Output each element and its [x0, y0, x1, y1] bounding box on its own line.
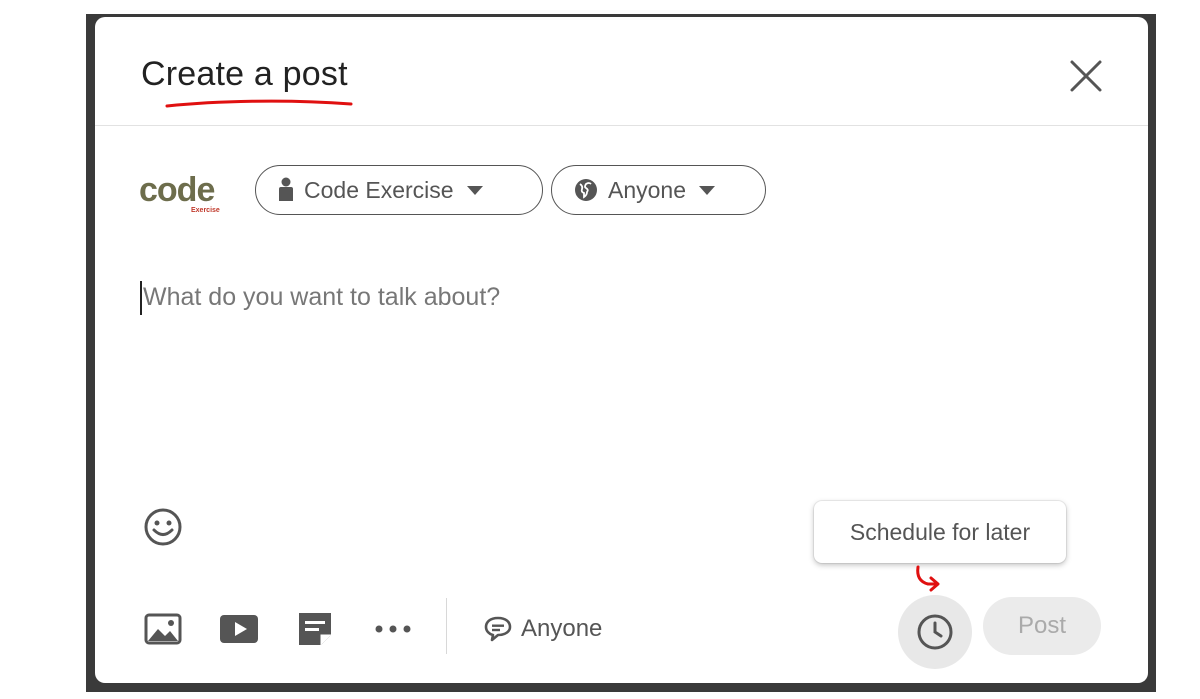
comment-icon	[483, 615, 513, 643]
audience-selector[interactable]: Anyone	[551, 165, 766, 215]
person-icon	[278, 177, 294, 203]
photo-icon	[144, 613, 182, 645]
toolbar-divider	[446, 598, 447, 654]
smiley-icon	[144, 508, 182, 546]
dialog-header: Create a post	[95, 17, 1148, 126]
more-icon	[375, 625, 411, 633]
add-document-button[interactable]	[295, 609, 335, 649]
text-cursor	[140, 281, 142, 315]
title-annotation-underline	[165, 99, 353, 108]
post-as-selector[interactable]: Code Exercise	[255, 165, 543, 215]
dialog-title: Create a post	[141, 55, 348, 93]
post-button[interactable]: Post	[983, 597, 1101, 655]
comment-control-label: Anyone	[521, 615, 603, 642]
logo-text: code	[139, 171, 215, 209]
close-button[interactable]	[1067, 57, 1105, 95]
comment-control-button[interactable]: Anyone	[483, 609, 602, 649]
chevron-down-icon	[698, 184, 716, 196]
author-logo: code Exercise	[139, 171, 229, 214]
add-video-button[interactable]	[219, 609, 259, 649]
more-options-button[interactable]	[371, 609, 415, 649]
add-photo-button[interactable]	[143, 609, 183, 649]
editor-placeholder: What do you want to talk about?	[143, 283, 501, 311]
close-icon	[1070, 60, 1102, 92]
logo-subtext: Exercise	[191, 207, 220, 214]
globe-icon	[574, 178, 598, 202]
video-icon	[220, 615, 258, 643]
create-post-dialog: Create a post code Exercise Code Exercis…	[95, 17, 1148, 683]
schedule-post-button[interactable]	[898, 595, 972, 669]
post-toolbar: Anyone Post	[95, 595, 1148, 669]
tooltip-annotation-arrow	[916, 565, 940, 592]
clock-icon	[917, 614, 953, 650]
chevron-down-icon	[466, 184, 484, 196]
schedule-tooltip: Schedule for later	[814, 501, 1066, 563]
emoji-button[interactable]	[143, 507, 183, 547]
document-icon	[299, 613, 331, 645]
audience-label: Anyone	[608, 176, 687, 203]
post-as-label: Code Exercise	[304, 176, 454, 203]
post-editor[interactable]: What do you want to talk about?	[140, 279, 1100, 479]
